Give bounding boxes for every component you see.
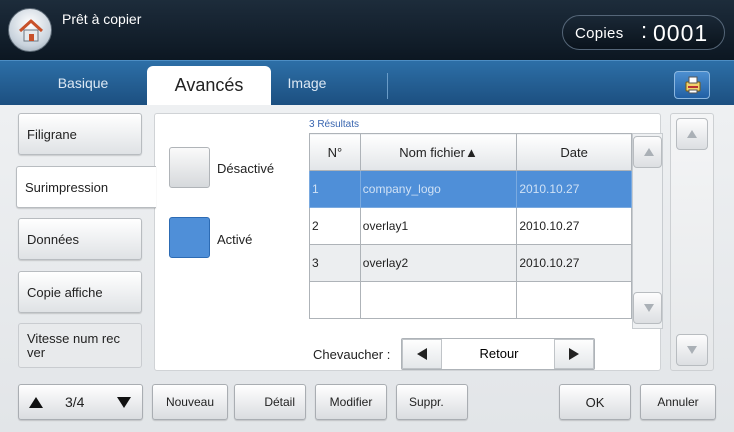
arrow-up-icon[interactable] <box>29 397 43 408</box>
arrow-up-icon <box>687 130 697 138</box>
copy-settings-button[interactable] <box>674 71 710 99</box>
row-filename: overlay1 <box>359 207 518 245</box>
empty-cell <box>359 281 518 319</box>
home-icon <box>18 19 44 42</box>
cancel-button[interactable]: Annuler <box>640 384 716 420</box>
row-number: 2 <box>309 207 361 245</box>
modify-button[interactable]: Modifier <box>315 384 387 420</box>
header-bar: Prêt à copier Copies : 0001 <box>0 0 734 60</box>
arrow-left-icon <box>417 348 427 360</box>
page-navigator: 3/4 <box>18 384 143 420</box>
overlap-selector[interactable]: Retour <box>401 338 595 370</box>
overlap-prev-button[interactable] <box>402 339 442 369</box>
results-count: 3 Résultats <box>309 119 360 130</box>
file-table: N° Nom fichier▲ Date 1 company_logo 2010… <box>309 133 632 319</box>
table-scrollbar[interactable] <box>632 133 663 329</box>
empty-cell <box>309 281 361 319</box>
column-header-number[interactable]: N° <box>309 133 361 171</box>
activated-label: Activé <box>217 232 253 247</box>
delete-button[interactable]: Suppr. <box>396 384 468 420</box>
tab-avances[interactable]: Avancés <box>147 66 271 106</box>
tab-separator <box>387 73 388 99</box>
deactivated-option[interactable] <box>169 147 210 188</box>
table-row-empty <box>309 281 632 319</box>
overlap-next-button[interactable] <box>554 339 594 369</box>
ok-button[interactable]: OK <box>559 384 631 420</box>
tab-bar: Basique Avancés Image <box>0 60 734 106</box>
copies-label: Copies <box>575 25 624 42</box>
row-filename: company_logo <box>359 170 518 208</box>
overlap-value: Retour <box>479 346 519 361</box>
deactivated-label: Désactivé <box>217 161 275 176</box>
row-number: 3 <box>309 244 361 282</box>
sidebar-item-filigrane[interactable]: Filigrane <box>18 113 142 155</box>
table-scroll-down-button[interactable] <box>633 292 662 324</box>
content-area: Filigrane Surimpression Données Copie af… <box>0 105 734 432</box>
copies-counter[interactable]: Copies : 0001 <box>562 15 725 50</box>
status-text: Prêt à copier <box>62 11 142 27</box>
row-date: 2010.10.27 <box>516 170 632 208</box>
tab-basique[interactable]: Basique <box>28 66 138 106</box>
activated-option[interactable] <box>169 217 210 258</box>
page-scroll-down-button[interactable] <box>676 334 708 366</box>
arrow-right-icon <box>569 348 579 360</box>
page-scrollbar[interactable] <box>670 113 714 371</box>
table-row[interactable]: 2 overlay1 2010.10.27 <box>309 207 632 245</box>
page-indicator: 3/4 <box>65 394 85 410</box>
table-scroll-up-button[interactable] <box>633 136 662 168</box>
arrow-down-icon <box>644 304 654 312</box>
arrow-down-icon[interactable] <box>117 397 131 408</box>
table-row[interactable]: 3 overlay2 2010.10.27 <box>309 244 632 282</box>
tab-image[interactable]: Image <box>272 66 342 106</box>
settings-panel: Désactivé Activé 3 Résultats N° Nom fich… <box>154 113 663 371</box>
column-header-filename[interactable]: Nom fichier▲ <box>359 133 518 171</box>
detail-button[interactable]: Détail <box>234 384 306 420</box>
arrow-up-icon <box>644 148 654 156</box>
column-header-date[interactable]: Date <box>516 133 632 171</box>
row-date: 2010.10.27 <box>516 244 632 282</box>
table-row[interactable]: 1 company_logo 2010.10.27 <box>309 170 632 208</box>
arrow-down-icon <box>687 346 697 354</box>
sidebar-item-donnees[interactable]: Données <box>18 218 142 260</box>
copies-value: 0001 <box>653 20 709 46</box>
table-header-row: N° Nom fichier▲ Date <box>309 133 632 171</box>
copy-settings-icon <box>685 76 701 94</box>
sidebar-item-surimpression[interactable]: Surimpression <box>16 166 156 208</box>
empty-cell <box>516 281 632 319</box>
sidebar-item-copie-affiche[interactable]: Copie affiche <box>18 271 142 313</box>
page-scroll-up-button[interactable] <box>676 118 708 150</box>
copies-colon: : <box>641 18 648 43</box>
row-date: 2010.10.27 <box>516 207 632 245</box>
new-button[interactable]: Nouveau <box>152 384 228 420</box>
row-number: 1 <box>309 170 361 208</box>
home-button[interactable] <box>8 8 52 52</box>
overlap-label: Chevaucher : <box>313 347 391 362</box>
sidebar-item-vitesse[interactable]: Vitesse num rec ver <box>18 323 142 368</box>
row-filename: overlay2 <box>359 244 518 282</box>
